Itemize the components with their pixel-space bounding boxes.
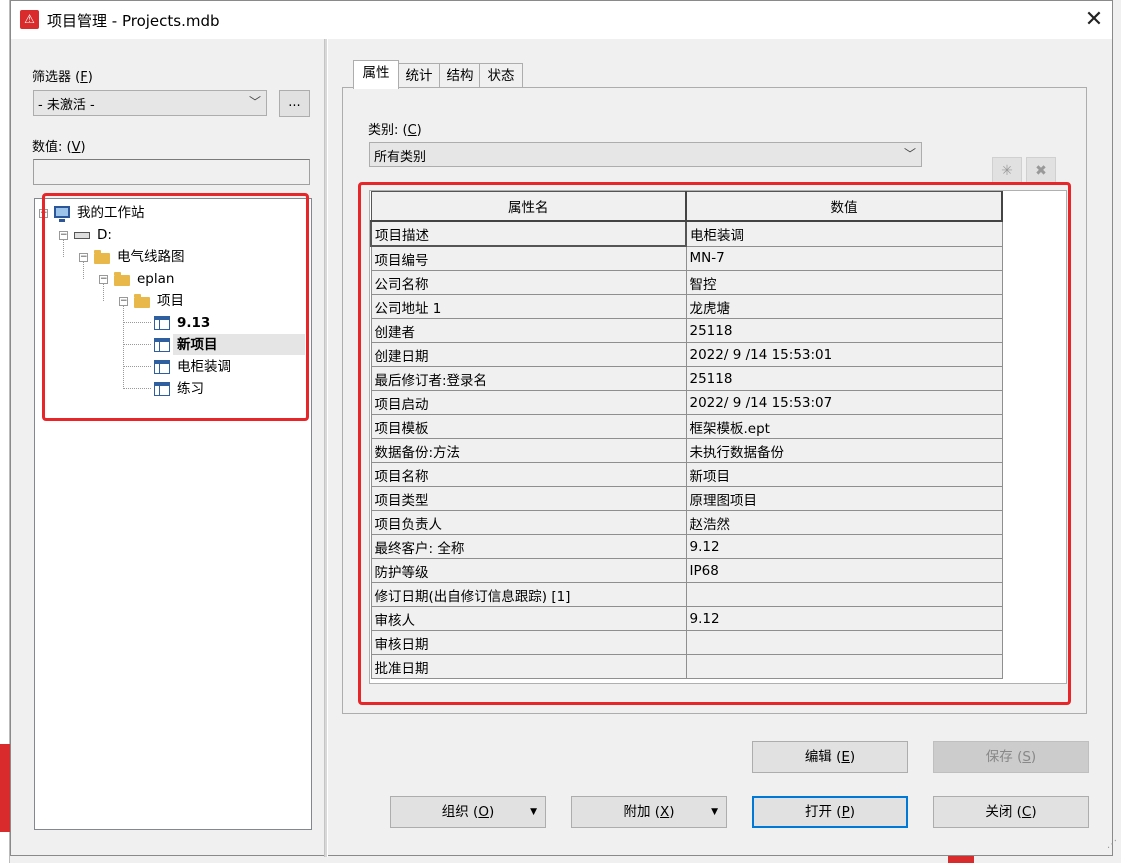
red-highlight-box-tree	[42, 193, 309, 421]
title-bar[interactable]: ⚠ 项目管理 - Projects.mdb ✕	[11, 1, 1112, 39]
red-highlight-box-grid	[358, 182, 1071, 705]
edit-button[interactable]: 编辑 (E)	[752, 741, 908, 773]
save-button[interactable]: 保存 (S)	[933, 741, 1089, 773]
category-dropdown[interactable]: 所有类别 ﹀	[369, 142, 922, 167]
asterisk-icon: ✳	[1001, 163, 1013, 179]
close-button[interactable]: 关闭 (C)	[933, 796, 1089, 828]
filter-dropdown[interactable]: - 未激活 - ﹀	[33, 90, 267, 116]
organize-button[interactable]: 组织 (O) ▼	[390, 796, 546, 828]
delete-icon: ✖	[1035, 163, 1047, 179]
project-management-dialog: ⚠ 项目管理 - Projects.mdb ✕ 筛选器 (F) - 未激活 - …	[10, 0, 1117, 857]
splitter[interactable]	[324, 39, 328, 857]
tab-properties[interactable]: 属性	[353, 60, 399, 89]
value-label: 数值: (V)	[32, 140, 86, 155]
background-app-logo	[0, 744, 10, 832]
filter-value: - 未激活 -	[38, 98, 95, 113]
tab-structure[interactable]: 结构	[439, 63, 481, 88]
open-button[interactable]: 打开 (P)	[752, 796, 908, 828]
dropdown-arrow-icon: ▼	[530, 807, 537, 817]
filter-browse-button[interactable]: ...	[279, 90, 310, 117]
tab-statistics[interactable]: 统计	[397, 63, 441, 88]
window-title: 项目管理 - Projects.mdb	[47, 12, 220, 30]
attach-button[interactable]: 附加 (X) ▼	[571, 796, 727, 828]
tab-status[interactable]: 状态	[479, 63, 523, 88]
dropdown-arrow-icon: ▼	[711, 807, 718, 817]
filter-label: 筛选器 (F)	[32, 70, 93, 85]
category-value: 所有类别	[374, 150, 427, 165]
delete-property-button[interactable]: ✖	[1026, 157, 1056, 183]
category-label: 类别: (C)	[368, 123, 422, 138]
eplan-app-icon: ⚠	[20, 10, 39, 29]
chevron-down-icon: ﹀	[248, 95, 261, 109]
chevron-down-icon: ﹀	[903, 147, 916, 161]
close-icon[interactable]: ✕	[1079, 5, 1109, 35]
resize-grip-icon[interactable]: ⋰	[1107, 839, 1119, 851]
background-window-edge	[0, 0, 10, 863]
new-property-button[interactable]: ✳	[992, 157, 1022, 183]
value-input[interactable]	[33, 159, 310, 185]
